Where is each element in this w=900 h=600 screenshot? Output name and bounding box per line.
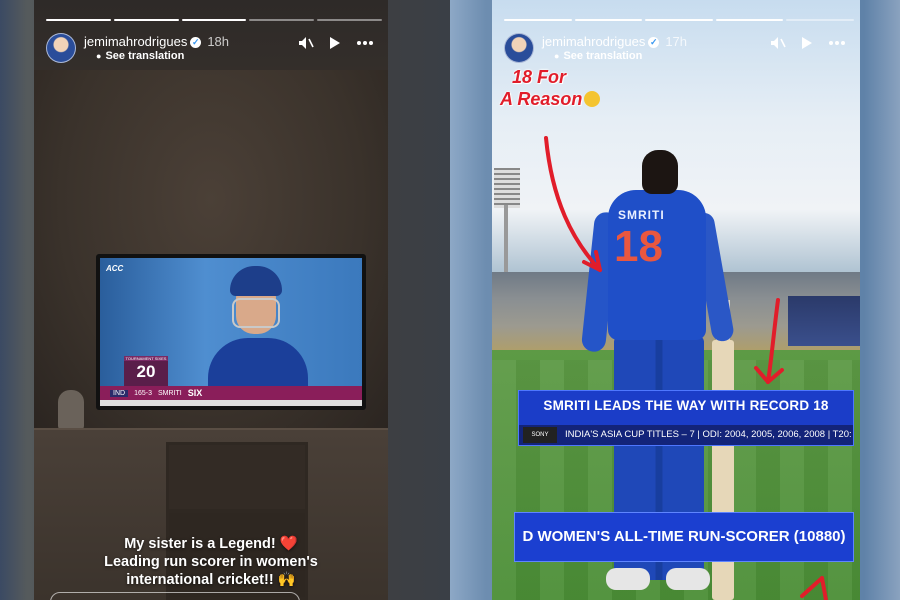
tv-score-value: 20	[136, 362, 156, 381]
tv-bar-score: 165-3	[134, 389, 152, 397]
progress-segment	[645, 19, 713, 21]
tv-bar-event: SIX	[187, 388, 203, 398]
username-link[interactable]: jemimahrodrigues	[542, 34, 645, 49]
tv-ticker	[100, 400, 362, 406]
progress-segment	[181, 19, 247, 21]
cabinet-shelf	[166, 442, 308, 512]
caption-line-3: international cricket!! 🙌	[126, 572, 296, 588]
avatar[interactable]	[504, 33, 534, 63]
story-caption: My sister is a Legend! ❤️ Leading run sc…	[34, 535, 388, 589]
play-icon[interactable]	[329, 36, 341, 54]
story-controls	[770, 36, 846, 54]
play-icon[interactable]	[801, 36, 813, 54]
see-translation-link[interactable]: ● See translation	[554, 50, 642, 62]
tv-bar-player: SMRITI	[157, 389, 182, 397]
mute-icon[interactable]	[298, 36, 314, 54]
verified-icon: ✓	[190, 37, 202, 48]
tv-screen: ACC TOURNAMENT SIXES 20 IND 165-3 SMRITI…	[100, 258, 362, 406]
tv-scorebox: TOURNAMENT SIXES 20	[124, 356, 168, 386]
verified-icon: ✓	[648, 37, 660, 48]
see-translation-link[interactable]: ● See translation	[96, 50, 184, 62]
progress-segment	[574, 19, 643, 21]
globe-icon: ●	[554, 51, 560, 61]
tv-score-label: TOURNAMENT SIXES	[124, 356, 168, 361]
username-row: jemimahrodrigues ✓ 18h	[84, 34, 229, 49]
record-banner-headline: SMRITI LEADS THE WAY WITH RECORD 18 HUND…	[543, 398, 829, 443]
tv-bar-team: IND	[110, 389, 129, 397]
progress-segment	[504, 19, 572, 21]
post-time: 18h	[207, 34, 230, 49]
see-translation-label: See translation	[563, 50, 643, 62]
story-controls	[298, 36, 374, 54]
record-banner: SMRITI LEADS THE WAY WITH RECORD 18 HUND…	[518, 390, 854, 446]
post-time: 17h	[665, 34, 688, 49]
shush-emoji-icon	[584, 91, 601, 107]
progress-segment	[113, 19, 179, 21]
tv-score-bar: IND 165-3 SMRITI SIX	[100, 386, 362, 400]
see-translation-label: See translation	[105, 50, 185, 62]
decor-figure	[58, 390, 84, 430]
globe-icon: ●	[96, 51, 102, 61]
television: ACC TOURNAMENT SIXES 20 IND 165-3 SMRITI…	[96, 254, 366, 410]
progress-segment	[786, 19, 854, 21]
progress-segment	[249, 19, 315, 21]
more-icon[interactable]	[828, 36, 846, 54]
progress-segment	[46, 19, 111, 21]
username-link[interactable]: jemimahrodrigues	[84, 34, 187, 49]
avatar[interactable]	[46, 33, 76, 63]
story-left[interactable]: ACC TOURNAMENT SIXES 20 IND 165-3 SMRITI…	[34, 0, 388, 600]
story-right[interactable]: SMRITI 18 18 For A Reason SMRITI LEADS T…	[492, 0, 860, 600]
story-title-line-1: 18 For	[512, 67, 567, 87]
story-progress	[504, 19, 854, 21]
story-title: 18 For A Reason	[500, 66, 601, 110]
story-progress	[46, 19, 382, 21]
story-header: jemimahrodrigues ✓ 18h ● See translation	[46, 33, 378, 65]
run-scorer-banner: D WOMEN'S ALL-TIME RUN-SCORER (10880)	[514, 512, 854, 562]
tv-player-image	[208, 262, 308, 398]
reply-input[interactable]	[50, 592, 300, 600]
more-icon[interactable]	[356, 36, 374, 54]
username-row: jemimahrodrigues ✓ 17h	[542, 34, 687, 49]
progress-segment	[317, 19, 382, 21]
mute-icon[interactable]	[770, 36, 786, 54]
caption-line-1: My sister is a Legend! ❤️	[124, 536, 298, 552]
tv-channel-logo: ACC	[106, 264, 124, 273]
story-title-line-2: A Reason	[500, 89, 583, 109]
broadcaster-logo: SONY	[523, 427, 557, 443]
progress-segment	[715, 19, 784, 21]
record-banner-ticker: INDIA'S ASIA CUP TITLES – 7 | ODI: 2004,…	[519, 425, 853, 445]
story-header: jemimahrodrigues ✓ 17h ● See translation	[504, 33, 850, 65]
caption-line-2: Leading run scorer in women's	[104, 554, 318, 570]
